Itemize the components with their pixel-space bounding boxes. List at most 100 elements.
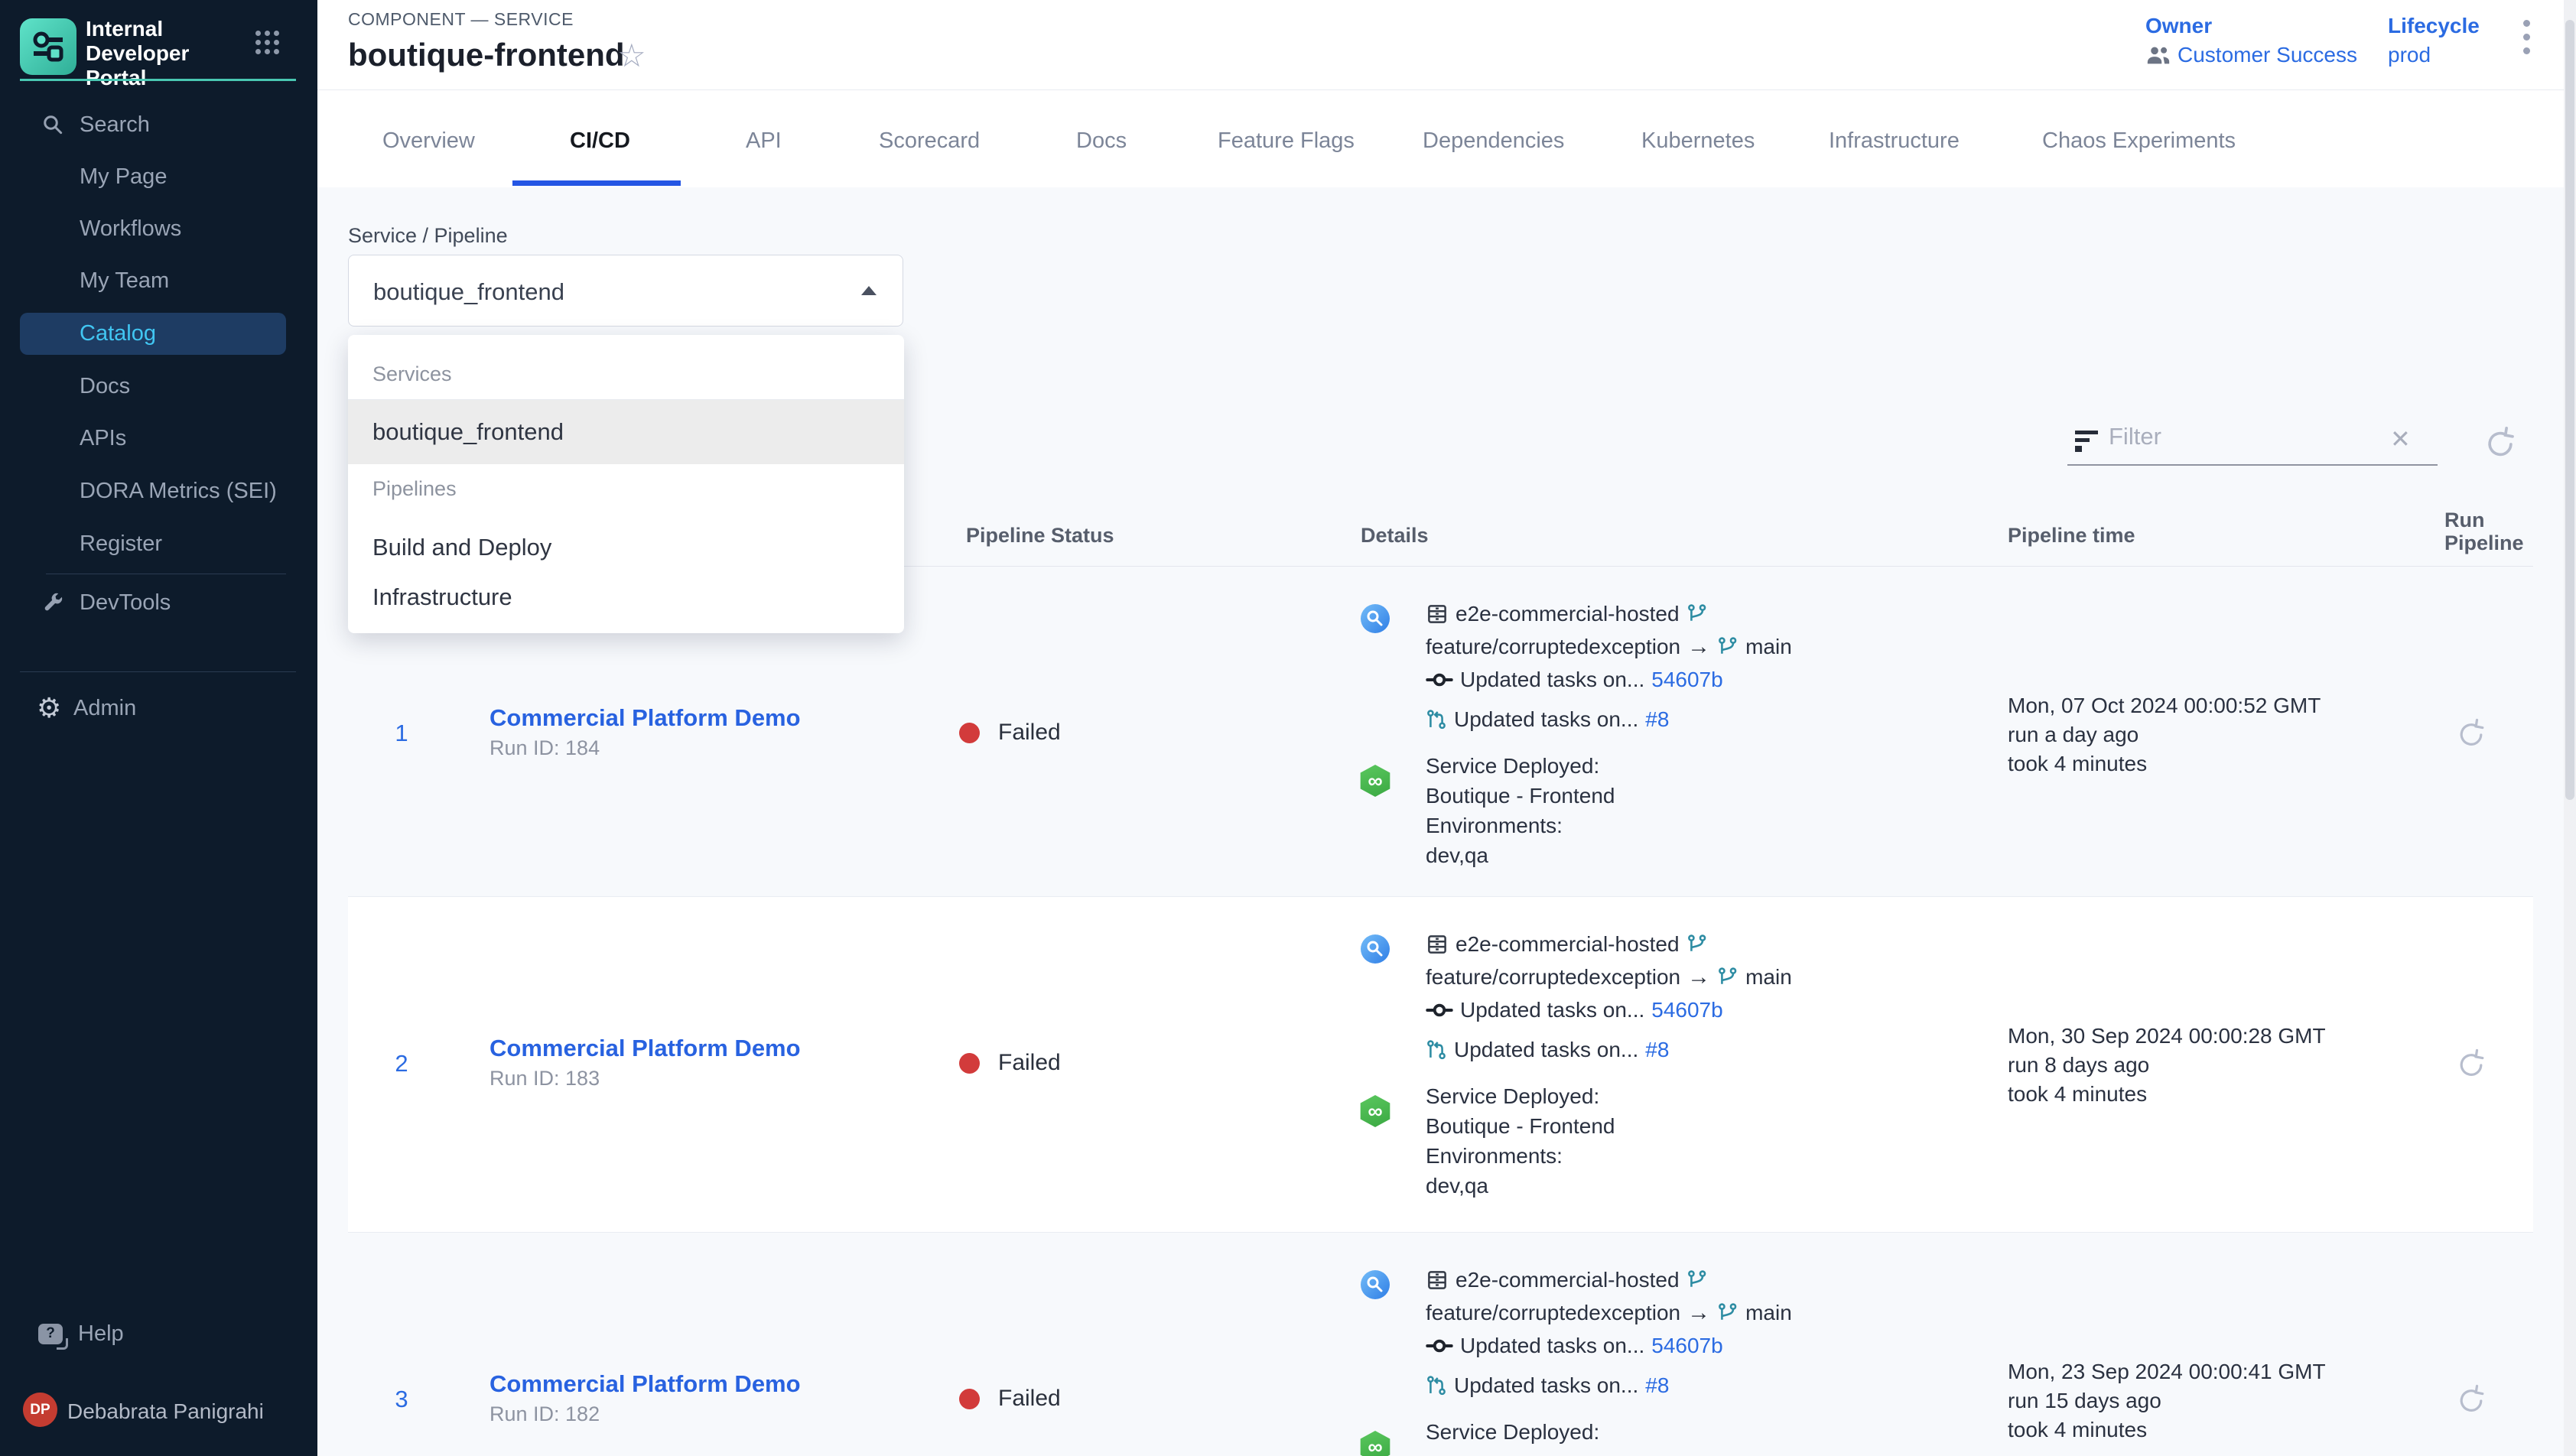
tab-scorecard[interactable]: Scorecard — [879, 128, 980, 154]
commit-link[interactable]: 54607b — [1651, 1334, 1722, 1358]
tab-overview[interactable]: Overview — [382, 128, 475, 154]
sidebar-item-my-page[interactable]: My Page — [0, 160, 317, 193]
status-failed-dot — [959, 1389, 980, 1409]
sidebar-item-devtools[interactable]: DevTools — [0, 586, 317, 619]
breadcrumb: COMPONENT — SERVICE — [348, 9, 574, 30]
lifecycle-value: prod — [2388, 43, 2431, 67]
apps-grid-icon[interactable] — [255, 31, 279, 54]
kebab-menu-icon[interactable] — [2523, 20, 2530, 54]
commit-line: Updated tasks on... 54607b — [1426, 665, 1723, 695]
row-number: 2 — [386, 1050, 417, 1077]
dropdown-group-services: Services — [372, 362, 452, 386]
tab-infrastructure[interactable]: Infrastructure — [1829, 128, 1960, 154]
pull-request-icon — [1426, 707, 1447, 732]
sidebar-item-search[interactable]: Search — [0, 108, 317, 141]
rerun-pipeline-icon[interactable] — [2453, 717, 2490, 753]
repo-icon — [1426, 1269, 1449, 1292]
pipeline-time: Mon, 30 Sep 2024 00:00:28 GMT run 8 days… — [2008, 1022, 2326, 1109]
arrow-icon: → — [1687, 1300, 1710, 1326]
pipeline-time: Mon, 07 Oct 2024 00:00:52 GMT run a day … — [2008, 691, 2321, 778]
pipeline-name-link[interactable]: Commercial Platform Demo — [490, 1035, 801, 1062]
rerun-pipeline-icon[interactable] — [2453, 1047, 2490, 1084]
service-pipeline-dropdown: Services boutique_frontend Pipelines Bui… — [348, 335, 904, 633]
tab-chaos-experiments[interactable]: Chaos Experiments — [2042, 128, 2236, 154]
branch-line: feature/corruptedexception → main — [1426, 632, 1792, 662]
deploy-details: Service Deployed: — [1426, 1417, 1599, 1447]
commit-link[interactable]: 54607b — [1651, 998, 1722, 1022]
col-pipeline-status: Pipeline Status — [966, 524, 1114, 548]
pipeline-name-link[interactable]: Commercial Platform Demo — [490, 1370, 801, 1398]
dropdown-option-boutique-frontend[interactable]: boutique_frontend — [348, 400, 904, 464]
status-failed-dot — [959, 1053, 980, 1074]
run-id: Run ID: 182 — [490, 1402, 600, 1426]
pr-link[interactable]: #8 — [1645, 1373, 1669, 1398]
ci-stage-icon — [1361, 934, 1390, 964]
deploy-details: Service Deployed: Boutique - Frontend En… — [1426, 1081, 1615, 1201]
tab-cicd[interactable]: CI/CD — [570, 128, 630, 154]
sidebar-item-apis[interactable]: APIs — [0, 421, 317, 455]
sidebar-item-my-team[interactable]: My Team — [0, 264, 317, 297]
pr-line: Updated tasks on... #8 — [1426, 1370, 1669, 1401]
sidebar-item-dora-metrics[interactable]: DORA Metrics (SEI) — [0, 474, 317, 508]
run-id: Run ID: 184 — [490, 736, 600, 760]
sidebar-item-workflows[interactable]: Workflows — [0, 212, 317, 245]
favorite-star-icon[interactable]: ☆ — [617, 37, 646, 74]
commit-line: Updated tasks on... 54607b — [1426, 995, 1723, 1025]
branch-line: feature/corruptedexception → main — [1426, 962, 1792, 993]
owner-value[interactable]: Customer Success — [2145, 43, 2357, 67]
header-divider — [317, 89, 2576, 90]
sidebar-item-register[interactable]: Register — [0, 527, 317, 561]
clear-filter-icon[interactable]: ✕ — [2390, 424, 2411, 453]
commit-link[interactable]: 54607b — [1651, 668, 1722, 692]
col-run-pipeline: Run Pipeline — [2444, 509, 2533, 554]
wrench-icon — [41, 591, 64, 614]
dropdown-option-infrastructure[interactable]: Infrastructure — [348, 570, 904, 624]
status-failed-dot — [959, 723, 980, 743]
user-name[interactable]: Debabrata Panigrahi — [67, 1399, 264, 1424]
arrow-icon: → — [1687, 634, 1710, 660]
tab-kubernetes[interactable]: Kubernetes — [1641, 128, 1755, 154]
branch-icon — [1686, 1268, 1708, 1292]
pr-link[interactable]: #8 — [1645, 707, 1669, 732]
app-logo[interactable] — [20, 18, 76, 75]
sidebar-item-admin[interactable]: ⚙ Admin — [0, 691, 317, 725]
pipeline-name-link[interactable]: Commercial Platform Demo — [490, 704, 801, 732]
tab-feature-flags[interactable]: Feature Flags — [1218, 128, 1355, 154]
service-pipeline-label: Service / Pipeline — [348, 224, 508, 248]
filter-input[interactable] — [2109, 423, 2361, 450]
refresh-icon[interactable] — [2480, 424, 2520, 464]
tab-dependencies[interactable]: Dependencies — [1423, 128, 1564, 154]
cd-stage-icon: ∞ — [1359, 765, 1391, 797]
repo-line: e2e-commercial-hosted — [1426, 599, 1708, 629]
tab-api[interactable]: API — [746, 128, 782, 154]
owner-label: Owner — [2145, 14, 2212, 38]
pr-link[interactable]: #8 — [1645, 1038, 1669, 1062]
people-icon — [2145, 45, 2171, 65]
sidebar-item-help[interactable]: ? Help — [0, 1317, 317, 1350]
service-pipeline-select[interactable]: boutique_frontend — [348, 255, 903, 327]
sidebar-item-docs[interactable]: Docs — [0, 369, 317, 403]
repo-line: e2e-commercial-hosted — [1426, 1265, 1708, 1295]
status-label: Failed — [998, 1050, 1061, 1076]
repo-line: e2e-commercial-hosted — [1426, 929, 1708, 960]
caret-up-icon — [861, 286, 877, 295]
rerun-pipeline-icon[interactable] — [2453, 1383, 2490, 1419]
sidebar-item-catalog[interactable]: Catalog — [20, 313, 286, 355]
scrollbar-thumb[interactable] — [2565, 20, 2574, 800]
status-label: Failed — [998, 1386, 1061, 1412]
tab-docs[interactable]: Docs — [1076, 128, 1127, 154]
branch-icon — [1686, 602, 1708, 626]
filter-field: ✕ — [2069, 417, 2451, 474]
entity-header: COMPONENT — SERVICE boutique-frontend ☆ … — [317, 0, 2576, 187]
pull-request-icon — [1426, 1038, 1447, 1062]
search-icon — [41, 113, 64, 136]
lifecycle-label: Lifecycle — [2388, 14, 2480, 38]
pipeline-logo-icon — [31, 29, 66, 64]
dropdown-option-build-and-deploy[interactable]: Build and Deploy — [348, 521, 904, 574]
commit-icon — [1426, 671, 1453, 688]
user-avatar[interactable]: DP — [23, 1393, 57, 1427]
app-window: Internal Developer Portal Search My Page… — [0, 0, 2576, 1456]
dropdown-group-pipelines: Pipelines — [372, 477, 457, 501]
commit-line: Updated tasks on... 54607b — [1426, 1331, 1723, 1361]
page-scrollbar[interactable] — [2564, 0, 2576, 1456]
